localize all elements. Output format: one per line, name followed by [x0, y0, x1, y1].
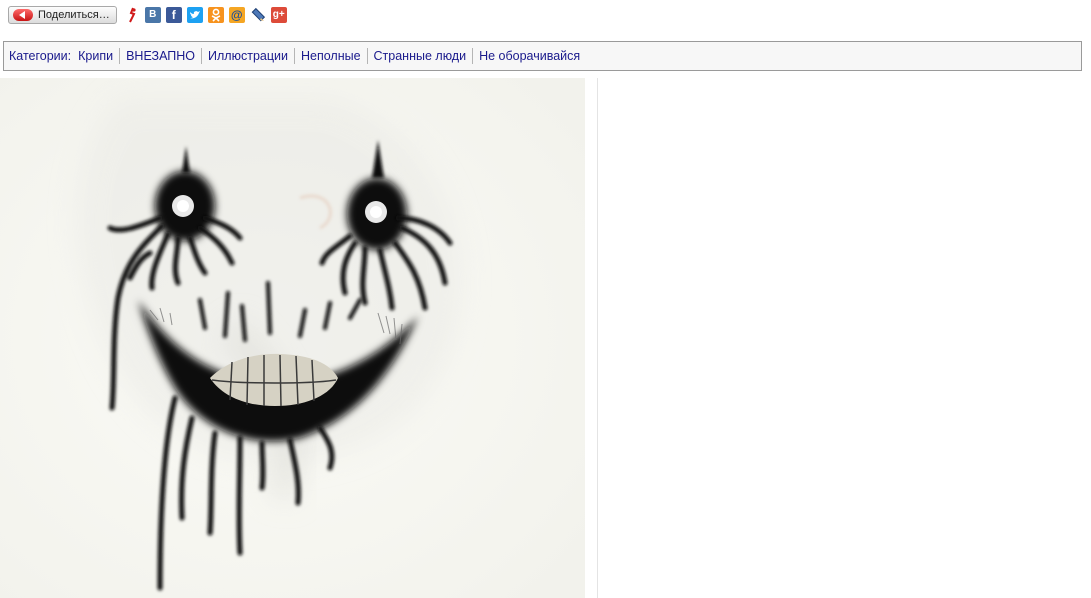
googleplus-icon[interactable]: g+	[270, 7, 287, 23]
yandex-share-icon	[13, 9, 33, 21]
category-link-vnezapno[interactable]: ВНЕЗАПНО	[119, 48, 201, 64]
yaru-icon[interactable]	[124, 7, 140, 23]
vkontakte-icon[interactable]: В	[144, 7, 161, 23]
share-button-label: Поделиться…	[38, 9, 110, 21]
creepy-face-illustration	[0, 78, 598, 598]
categories-label: Категории:	[9, 49, 72, 63]
odnoklassniki-icon[interactable]	[207, 7, 224, 23]
creepy-face-drawing	[0, 78, 585, 598]
category-link-strannye-lyudi[interactable]: Странные люди	[366, 48, 473, 64]
category-link-ne-oborachivaysya[interactable]: Не оборачивайся	[472, 48, 586, 64]
share-bar: Поделиться… В f @ g+	[8, 5, 287, 25]
category-link-nepolnye[interactable]: Неполные	[293, 48, 367, 64]
mailru-icon[interactable]: @	[228, 7, 245, 23]
category-bar: Категории: Крипи ВНЕЗАПНО Иллюстрации Не…	[3, 41, 1082, 71]
category-link-illustratsii[interactable]: Иллюстрации	[201, 48, 294, 64]
category-link-kripi[interactable]: Крипи	[78, 48, 119, 64]
twitter-icon[interactable]	[186, 7, 203, 23]
livejournal-icon[interactable]	[250, 7, 266, 23]
share-button[interactable]: Поделиться…	[8, 6, 117, 24]
share-icons: В f @ g+	[124, 7, 287, 23]
facebook-icon[interactable]: f	[165, 7, 182, 23]
